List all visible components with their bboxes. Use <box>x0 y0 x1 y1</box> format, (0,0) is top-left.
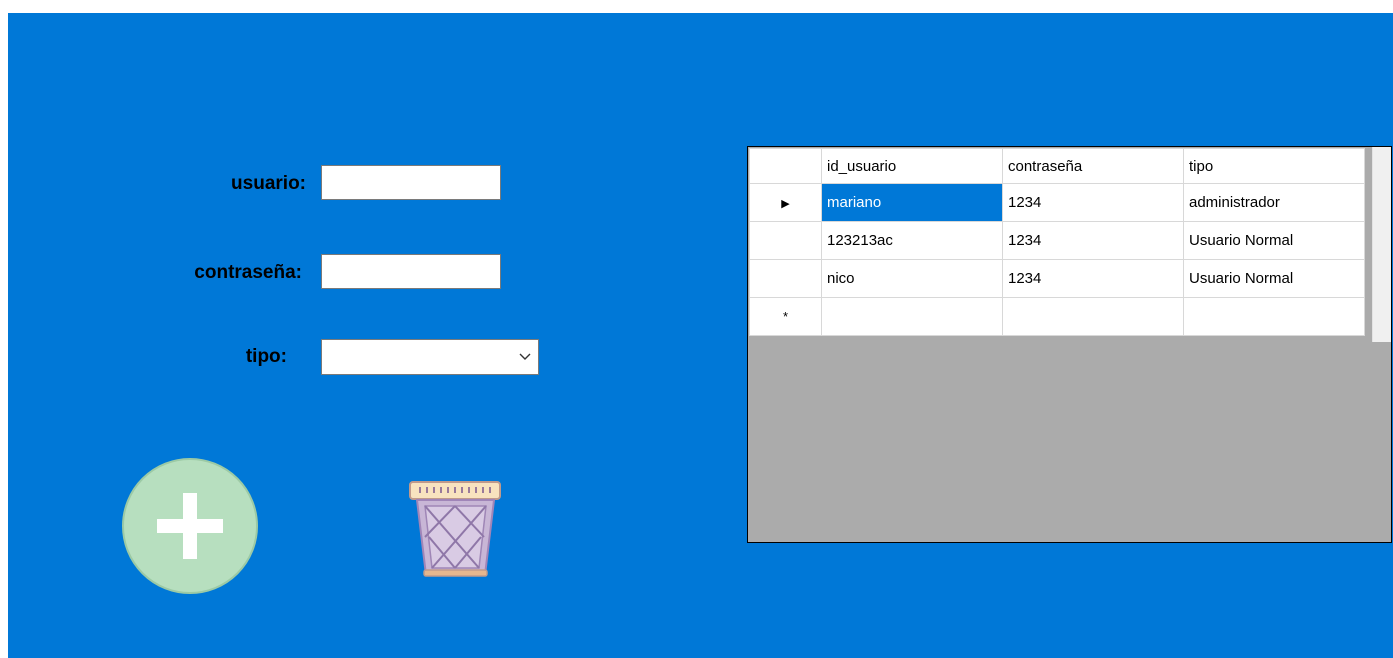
add-button[interactable] <box>122 458 258 594</box>
current-row-marker-icon: ▶ <box>781 198 790 210</box>
new-row-marker-icon: * <box>782 309 789 324</box>
grid-table: id_usuario contraseña tipo ▶ mariano 123… <box>749 148 1365 336</box>
cell-id-usuario[interactable]: 123213ac <box>821 221 1003 260</box>
column-header-id-usuario[interactable]: id_usuario <box>821 148 1003 184</box>
grid-corner-header[interactable] <box>749 148 822 184</box>
new-cell-contrasena[interactable] <box>1002 297 1184 336</box>
usuario-input[interactable] <box>321 165 501 200</box>
grid-header-row: id_usuario contraseña tipo <box>749 148 1365 184</box>
column-header-contrasena[interactable]: contraseña <box>1002 148 1184 184</box>
usuario-label: usuario: <box>231 173 306 194</box>
table-row[interactable]: nico 1234 Usuario Normal <box>749 259 1365 298</box>
cell-contrasena[interactable]: 1234 <box>1002 221 1184 260</box>
row-header[interactable] <box>749 221 822 260</box>
delete-button[interactable] <box>408 478 503 580</box>
cell-contrasena[interactable]: 1234 <box>1002 183 1184 222</box>
trash-can-icon <box>409 481 501 577</box>
tipo-label: tipo: <box>245 346 287 367</box>
grid-vertical-scrollbar[interactable] <box>1372 147 1391 342</box>
cell-id-usuario[interactable]: mariano <box>821 183 1003 222</box>
users-data-grid[interactable]: id_usuario contraseña tipo ▶ mariano 123… <box>747 146 1392 543</box>
chevron-down-icon <box>519 353 531 360</box>
form-panel: usuario: contraseña: tipo: id_usuario co… <box>8 13 1393 658</box>
row-header-new[interactable]: * <box>749 297 822 336</box>
new-cell-id-usuario[interactable] <box>821 297 1003 336</box>
column-header-tipo[interactable]: tipo <box>1183 148 1365 184</box>
cell-tipo[interactable]: Usuario Normal <box>1183 259 1365 298</box>
tipo-combobox[interactable] <box>321 339 539 375</box>
contrasena-label: contraseña: <box>194 262 302 283</box>
new-row[interactable]: * <box>749 297 1365 336</box>
new-cell-tipo[interactable] <box>1183 297 1365 336</box>
cell-contrasena[interactable]: 1234 <box>1002 259 1184 298</box>
cell-id-usuario[interactable]: nico <box>821 259 1003 298</box>
table-row[interactable]: ▶ mariano 1234 administrador <box>749 183 1365 222</box>
cell-tipo[interactable]: Usuario Normal <box>1183 221 1365 260</box>
plus-icon <box>157 493 223 559</box>
table-row[interactable]: 123213ac 1234 Usuario Normal <box>749 221 1365 260</box>
row-header-current[interactable]: ▶ <box>749 183 822 222</box>
cell-tipo[interactable]: administrador <box>1183 183 1365 222</box>
row-header[interactable] <box>749 259 822 298</box>
contrasena-input[interactable] <box>321 254 501 289</box>
